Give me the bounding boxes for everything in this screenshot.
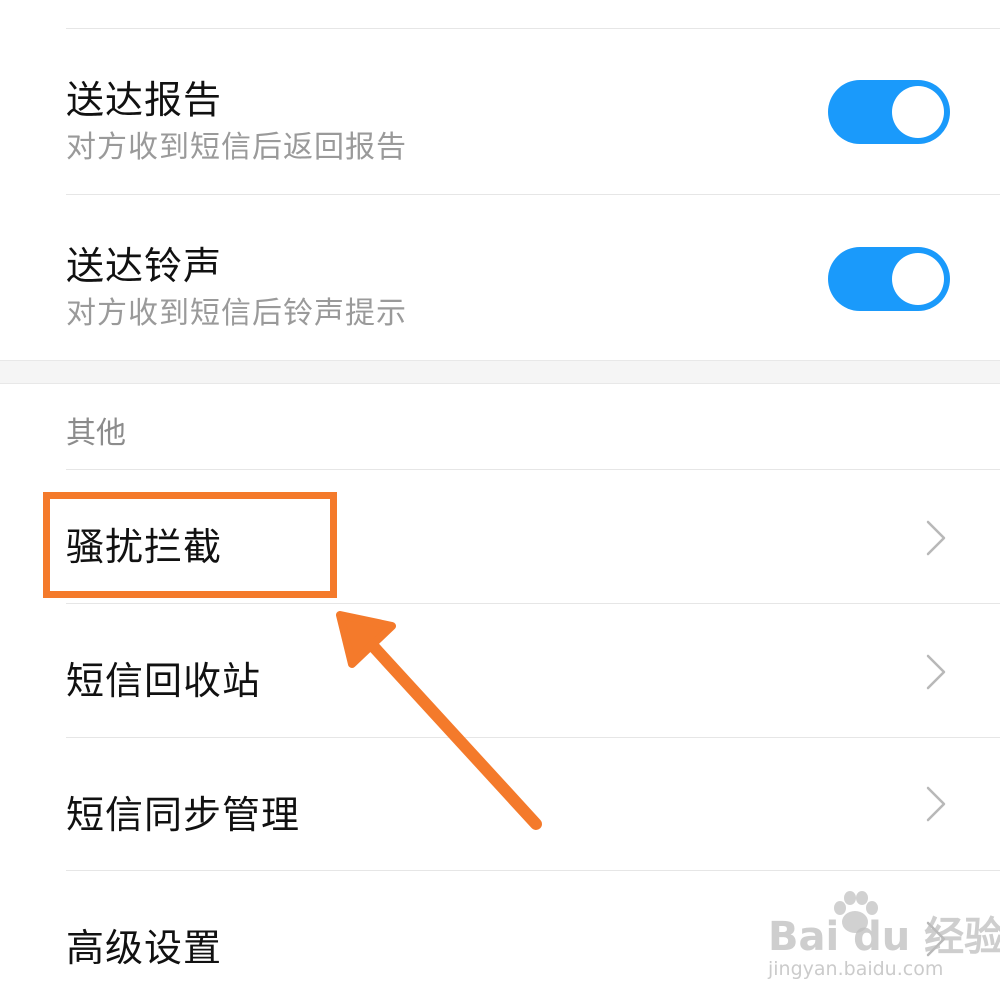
delivery-ringtone-title: 送达铃声 [66,244,223,288]
section-separator [0,360,1000,384]
delivery-report-toggle[interactable] [828,80,950,144]
list-item-sms-recycle-bin[interactable]: 短信回收站 [0,604,1000,737]
chevron-right-icon [926,786,946,822]
harassment-intercept-label: 骚扰拦截 [66,525,223,569]
delivery-ringtone-toggle[interactable] [828,247,950,311]
setting-row-delivery-report[interactable]: 送达报告 对方收到短信后返回报告 [0,29,1000,194]
sms-sync-management-label: 短信同步管理 [66,793,301,837]
chevron-right-icon [926,654,946,690]
setting-row-delivery-ringtone[interactable]: 送达铃声 对方收到短信后铃声提示 [0,195,1000,360]
delivery-ringtone-subtitle: 对方收到短信后铃声提示 [66,296,407,331]
section-header-other: 其他 [66,416,126,451]
toggle-knob [892,253,944,305]
list-item-sms-sync-management[interactable]: 短信同步管理 [0,738,1000,871]
delivery-report-title: 送达报告 [66,78,223,122]
chevron-right-icon [926,520,946,556]
list-item-advanced-settings[interactable]: 高级设置 [0,871,1000,1000]
chevron-right-icon [926,921,946,957]
sms-settings-page: 送达报告 对方收到短信后返回报告 送达铃声 对方收到短信后铃声提示 其他 骚扰拦… [0,0,1000,1000]
delivery-report-subtitle: 对方收到短信后返回报告 [66,130,407,165]
list-item-harassment-intercept[interactable]: 骚扰拦截 [0,470,1000,603]
toggle-knob [892,86,944,138]
sms-recycle-bin-label: 短信回收站 [66,659,262,703]
advanced-settings-label: 高级设置 [66,926,223,970]
